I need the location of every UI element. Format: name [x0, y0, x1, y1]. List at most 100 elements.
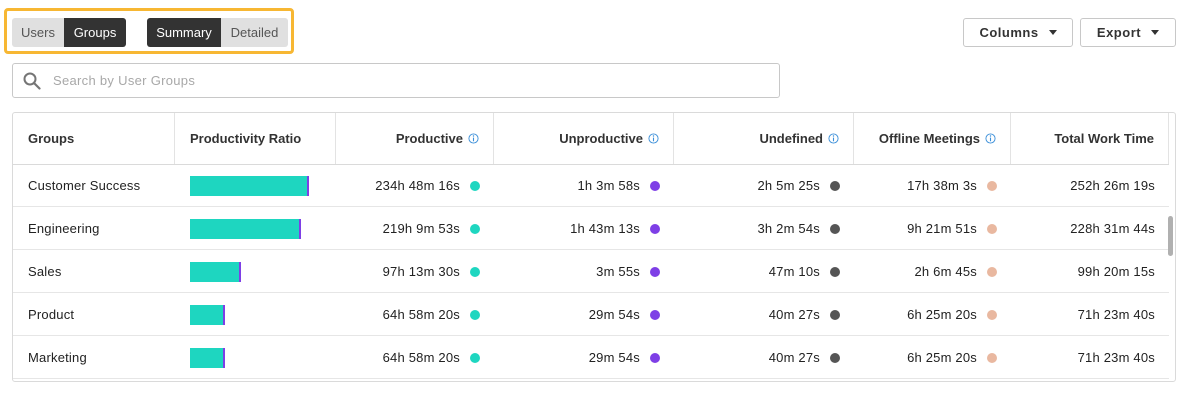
group-name-cell: Customer Success [13, 164, 175, 207]
group-name: Product [28, 307, 75, 322]
productive-cell: 64h 58m 20s [336, 336, 494, 379]
undefined-dot-icon [830, 180, 840, 191]
undefined-value: 40m 27s [768, 307, 820, 322]
unproductive-cell: 1h 43m 13s [494, 207, 674, 250]
unproductive-dot-icon [650, 180, 660, 191]
header-productive-label: Productive [395, 131, 463, 146]
offline-dot-icon [987, 352, 997, 363]
chevron-down-icon [1151, 30, 1160, 35]
undefined-cell: 40m 27s [674, 293, 854, 336]
productivity-ratio-bar [190, 219, 301, 239]
unproductive-dot-icon [650, 266, 660, 277]
group-name: Customer Success [28, 178, 141, 193]
scrollbar-thumb[interactable] [1168, 216, 1173, 256]
ratio-unproductive-segment [239, 262, 241, 282]
unproductive-dot-icon [650, 352, 660, 363]
productive-cell: 64h 58m 20s [336, 293, 494, 336]
unproductive-dot-icon [650, 309, 660, 320]
search-input[interactable] [51, 72, 735, 89]
undefined-dot-icon [830, 223, 840, 234]
columns-dropdown-button[interactable]: Columns [963, 18, 1073, 47]
group-name-cell: Engineering [13, 207, 175, 250]
total-value: 252h 26m 19s [1070, 178, 1155, 193]
total-value: 71h 23m 40s [1077, 350, 1155, 365]
total-value: 228h 31m 44s [1070, 221, 1155, 236]
info-icon[interactable] [828, 133, 839, 144]
undefined-value: 47m 10s [768, 264, 820, 279]
offline-cell: 17h 38m 3s [854, 164, 1011, 207]
total-cell: 252h 26m 19s [1011, 164, 1169, 207]
view-toggle: Users Groups [12, 18, 126, 47]
summary-toggle-button[interactable]: Summary [147, 18, 221, 47]
header-productive[interactable]: Productive [336, 113, 494, 164]
unproductive-value: 29m 54s [588, 350, 640, 365]
offline-dot-icon [987, 223, 997, 234]
header-productivity-ratio[interactable]: Productivity Ratio [175, 113, 336, 164]
offline-cell: 9h 21m 51s [854, 207, 1011, 250]
table-row[interactable]: Sales 97h 13m 30s 3m 55s 47m 10s 2h 6m 45s 99… [13, 250, 1169, 293]
groups-table: Groups Productivity Ratio Productive Unp… [12, 112, 1176, 382]
offline-cell: 6h 25m 20s [854, 336, 1011, 379]
undefined-cell: 3h 2m 54s [674, 207, 854, 250]
header-unproductive[interactable]: Unproductive [494, 113, 674, 164]
header-total-work-time[interactable]: Total Work Time [1011, 113, 1169, 164]
export-dropdown-button[interactable]: Export [1080, 18, 1176, 47]
group-name-cell: Sales [13, 250, 175, 293]
total-cell: 99h 20m 15s [1011, 250, 1169, 293]
unproductive-value: 29m 54s [588, 307, 640, 322]
table-header: Groups Productivity Ratio Productive Unp… [13, 113, 1169, 165]
productive-dot-icon [470, 309, 480, 320]
info-icon[interactable] [468, 133, 479, 144]
info-icon[interactable] [648, 133, 659, 144]
undefined-cell: 40m 27s [674, 336, 854, 379]
productivity-ratio-bar [190, 262, 241, 282]
header-offline-meetings[interactable]: Offline Meetings [854, 113, 1011, 164]
productivity-ratio-bar [190, 305, 225, 325]
table-row[interactable]: Product 64h 58m 20s 29m 54s 40m 27s 6h 25m 2… [13, 293, 1169, 336]
unproductive-cell: 29m 54s [494, 293, 674, 336]
productive-dot-icon [470, 352, 480, 363]
header-undefined-label: Undefined [759, 131, 823, 146]
productive-value: 234h 48m 16s [375, 178, 460, 193]
columns-label: Columns [979, 25, 1039, 40]
productivity-ratio-bar [190, 176, 309, 196]
total-cell: 71h 23m 40s [1011, 336, 1169, 379]
unproductive-cell: 3m 55s [494, 250, 674, 293]
unproductive-cell: 29m 54s [494, 336, 674, 379]
table-row[interactable]: Customer Success 234h 48m 16s 1h 3m 58s 2h … [13, 164, 1169, 207]
groups-toggle-button[interactable]: Groups [64, 18, 126, 47]
ratio-productive-segment [190, 176, 307, 196]
detailed-toggle-button[interactable]: Detailed [221, 18, 288, 47]
productive-dot-icon [470, 266, 480, 277]
group-name-cell: Product [13, 293, 175, 336]
group-name: Sales [28, 264, 62, 279]
header-groups[interactable]: Groups [13, 113, 175, 164]
productive-dot-icon [470, 180, 480, 191]
unproductive-dot-icon [650, 223, 660, 234]
group-name-cell: Marketing [13, 336, 175, 379]
chevron-down-icon [1048, 30, 1057, 35]
header-unproductive-label: Unproductive [559, 131, 643, 146]
table-row[interactable]: Engineering 219h 9m 53s 1h 43m 13s 3h 2m 54… [13, 207, 1169, 250]
header-undefined[interactable]: Undefined [674, 113, 854, 164]
productivity-ratio-bar [190, 348, 225, 368]
offline-value: 17h 38m 3s [907, 178, 977, 193]
header-ratio-label: Productivity Ratio [190, 131, 302, 146]
search-icon [23, 72, 41, 90]
unproductive-value: 3m 55s [596, 264, 640, 279]
undefined-dot-icon [830, 309, 840, 320]
undefined-cell: 2h 5m 25s [674, 164, 854, 207]
unproductive-value: 1h 43m 13s [570, 221, 640, 236]
productive-cell: 219h 9m 53s [336, 207, 494, 250]
ratio-unproductive-segment [307, 176, 309, 196]
users-toggle-button[interactable]: Users [12, 18, 64, 47]
undefined-dot-icon [830, 266, 840, 277]
table-scrollbar[interactable] [1167, 164, 1175, 381]
header-offline-label: Offline Meetings [878, 131, 980, 146]
table-row[interactable]: Marketing 64h 58m 20s 29m 54s 40m 27s 6h 25m… [13, 336, 1169, 379]
offline-cell: 6h 25m 20s [854, 293, 1011, 336]
header-total-label: Total Work Time [1054, 131, 1154, 146]
undefined-value: 40m 27s [768, 350, 820, 365]
offline-dot-icon [987, 309, 997, 320]
info-icon[interactable] [985, 133, 996, 144]
